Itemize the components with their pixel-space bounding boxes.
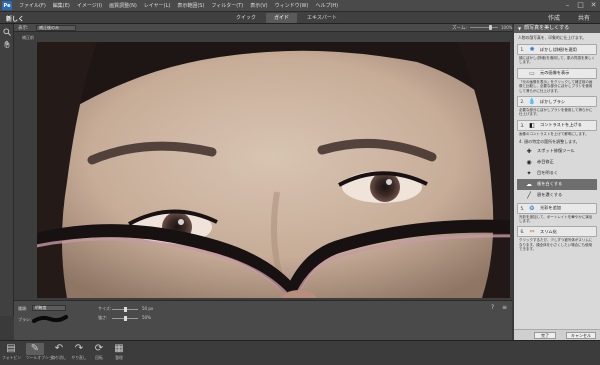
- slim-icon: ⇔: [529, 228, 535, 236]
- mode-select[interactable]: 明瞭度: [32, 305, 66, 311]
- guide-step-3: 3. ◧ コントラストを上げる 画像のコントラストを上げて鮮明にします。: [517, 119, 597, 137]
- teeth-icon: ☁: [526, 180, 532, 188]
- cancel-button[interactable]: キャンセル: [566, 332, 596, 339]
- menu-image[interactable]: イメージ(I): [77, 2, 102, 9]
- strength-label: 強さ:: [98, 315, 108, 320]
- organize-button[interactable]: ▦ 整理: [110, 343, 128, 361]
- guide-intro: 人物の顔写真を、印象的に仕上げます。: [518, 35, 586, 40]
- close-button[interactable]: ✕: [589, 1, 598, 9]
- zoom-label: ズーム:: [452, 26, 467, 31]
- create-button[interactable]: 作成: [548, 13, 560, 22]
- tab-quick[interactable]: クイック: [228, 13, 264, 23]
- mode-label: 種類:: [18, 306, 28, 311]
- zoom-slider-track[interactable]: [470, 27, 498, 28]
- portrait-photo[interactable]: [37, 42, 510, 298]
- tool-options-panel: 種類: 明瞭度 ブラシ: サイズ: 50 px 強さ: 50% ? ≡: [14, 300, 512, 340]
- menu-window[interactable]: ウィンドウ(W): [275, 2, 309, 9]
- smooth-skin-button[interactable]: 1. ✺ ぼかし(詳細)を適用: [517, 44, 597, 55]
- before-after-icon: ▭: [529, 69, 535, 77]
- new-label[interactable]: 新しく: [6, 14, 24, 23]
- glow-icon: ❂: [529, 204, 535, 212]
- guide-step-6: 6. ⇔ スリム化 クリックするたび、少しずつ被写体がスリムになります。顔全体を…: [517, 226, 597, 252]
- tab-expert[interactable]: エキスパート: [299, 13, 345, 23]
- zoom-tool-icon[interactable]: [2, 27, 12, 37]
- tool-options-button[interactable]: ✎ ツールオプション: [26, 343, 56, 361]
- spot-healing-option[interactable]: ✚ スポット修復ツール: [514, 146, 600, 157]
- bottom-bar: ▤ フォトビン ✎ ツールオプション ↶ 取り消し ↷ やり直し ⟳ 回転 ▦ …: [0, 340, 600, 365]
- panel-menu-icon[interactable]: ≡: [502, 304, 507, 311]
- maximize-button[interactable]: □: [576, 1, 585, 9]
- strength-value: 50%: [142, 315, 151, 320]
- options-bar: 表示: 補正後のみ ズーム: 100%: [14, 24, 512, 32]
- mode-bar: 新しく クイック ガイド エキスパート 作成 共有: [0, 12, 600, 24]
- eye-icon: ◉: [526, 158, 532, 166]
- mode-tabs: クイック ガイド エキスパート: [228, 13, 345, 23]
- rotate-icon: ⟳: [94, 343, 104, 354]
- left-toolbar: [0, 24, 14, 316]
- contrast-icon: ◧: [529, 121, 535, 129]
- size-slider-knob[interactable]: [124, 307, 127, 312]
- photo-illustration: [37, 42, 510, 298]
- blur-brush-button[interactable]: 2. 💧 ぼかしブラシ: [517, 96, 597, 108]
- strength-slider-knob[interactable]: [124, 316, 127, 321]
- menu-enhance[interactable]: 画質調整(N): [109, 2, 137, 9]
- menu-file[interactable]: ファイル(F): [19, 2, 46, 9]
- guide-step-1: 1. ✺ ぼかし(詳細)を適用 顔にぼかし(詳細)を適用して、肌の質感を美しくし…: [517, 44, 597, 66]
- show-original-button[interactable]: ▭ 元の画像を表示: [517, 67, 597, 79]
- app-logo: Pe: [2, 1, 12, 10]
- add-glow-button[interactable]: 5. ❂ 光彩を追加: [517, 202, 597, 214]
- photo-bin-icon: ▤: [6, 343, 16, 354]
- help-icon[interactable]: ?: [491, 304, 494, 311]
- increase-contrast-button[interactable]: 3. ◧ コントラストを上げる: [517, 119, 597, 131]
- guide-panel: 顔写真を美しくする 人物の顔写真を、印象的に仕上げます。 1. ✺ ぼかし(詳細…: [514, 24, 600, 340]
- guide-step-2: 2. 💧 ぼかしブラシ 必要な部分にぼかしブラシを使用して滑らかに仕上げます。: [517, 96, 597, 118]
- minimize-button[interactable]: –: [563, 1, 572, 9]
- smooth-skin-icon: ✺: [529, 46, 535, 53]
- rotate-button[interactable]: ⟳ 回転: [90, 343, 108, 361]
- menu-filter[interactable]: フィルター(T): [211, 2, 243, 9]
- undo-icon: ↶: [54, 343, 64, 354]
- photo-bin-button[interactable]: ▤ フォトビン: [2, 343, 21, 361]
- window-controls: – □ ✕: [563, 1, 598, 9]
- guide-step-original: ▭ 元の画像を表示 「元の画像を表示」をクリックして補正前の画像と比較し、必要な…: [517, 67, 597, 94]
- red-eye-option[interactable]: ◉ 赤目修正: [514, 157, 600, 168]
- whiten-teeth-option[interactable]: ☁ 歯を白くする: [517, 178, 597, 190]
- hand-tool-icon[interactable]: [2, 39, 12, 49]
- view-select[interactable]: 補正後のみ: [36, 25, 76, 31]
- menu-edit[interactable]: 編集(E): [53, 2, 70, 9]
- brush-label: ブラシ:: [18, 317, 32, 322]
- size-value: 50 px: [142, 306, 154, 311]
- menu-view[interactable]: 表示(V): [250, 2, 267, 9]
- guide-step-5: 5. ❂ 光彩を追加 光彩を追加して、ポートレイトを華やかに演出します。: [517, 202, 597, 225]
- bandage-icon: ✚: [526, 147, 532, 155]
- brush-preview[interactable]: [32, 314, 68, 324]
- view-label: 表示:: [18, 26, 29, 31]
- slim-down-button[interactable]: 6. ⇔ スリム化: [517, 226, 597, 238]
- zoom-slider-knob[interactable]: [489, 25, 492, 30]
- size-label: サイズ:: [98, 306, 112, 311]
- organize-icon: ▦: [114, 343, 124, 354]
- tool-options-icon: ✎: [26, 343, 44, 355]
- done-button[interactable]: 完了: [534, 332, 556, 339]
- sparkle-eye-icon: ✦: [526, 169, 532, 177]
- guide-title[interactable]: 顔写真を美しくする: [514, 24, 600, 33]
- blur-drop-icon: 💧: [528, 98, 536, 106]
- zoom-value: 100%: [501, 25, 513, 30]
- document-tab: 補正前: [22, 35, 34, 40]
- redo-button[interactable]: ↷ やり直し: [70, 343, 88, 361]
- tab-guided[interactable]: ガイド: [266, 13, 298, 23]
- menu-layer[interactable]: レイヤー(L): [144, 2, 171, 9]
- brighten-eyes-option[interactable]: ✦ 目を明るく: [514, 168, 600, 179]
- share-button[interactable]: 共有: [578, 13, 590, 22]
- brush-stroke-icon: ╱: [527, 191, 531, 199]
- guide-footer: 完了 キャンセル: [514, 329, 600, 340]
- menu-select[interactable]: 表示範囲(S): [177, 2, 204, 9]
- undo-button[interactable]: ↶ 取り消し: [50, 343, 68, 361]
- redo-icon: ↷: [74, 343, 84, 354]
- menu-bar: Pe ファイル(F) 編集(E) イメージ(I) 画質調整(N) レイヤー(L)…: [0, 0, 600, 12]
- menu-help[interactable]: ヘルプ(H): [315, 2, 338, 9]
- darken-brows-option[interactable]: ╱ 眉を濃くする: [514, 190, 600, 201]
